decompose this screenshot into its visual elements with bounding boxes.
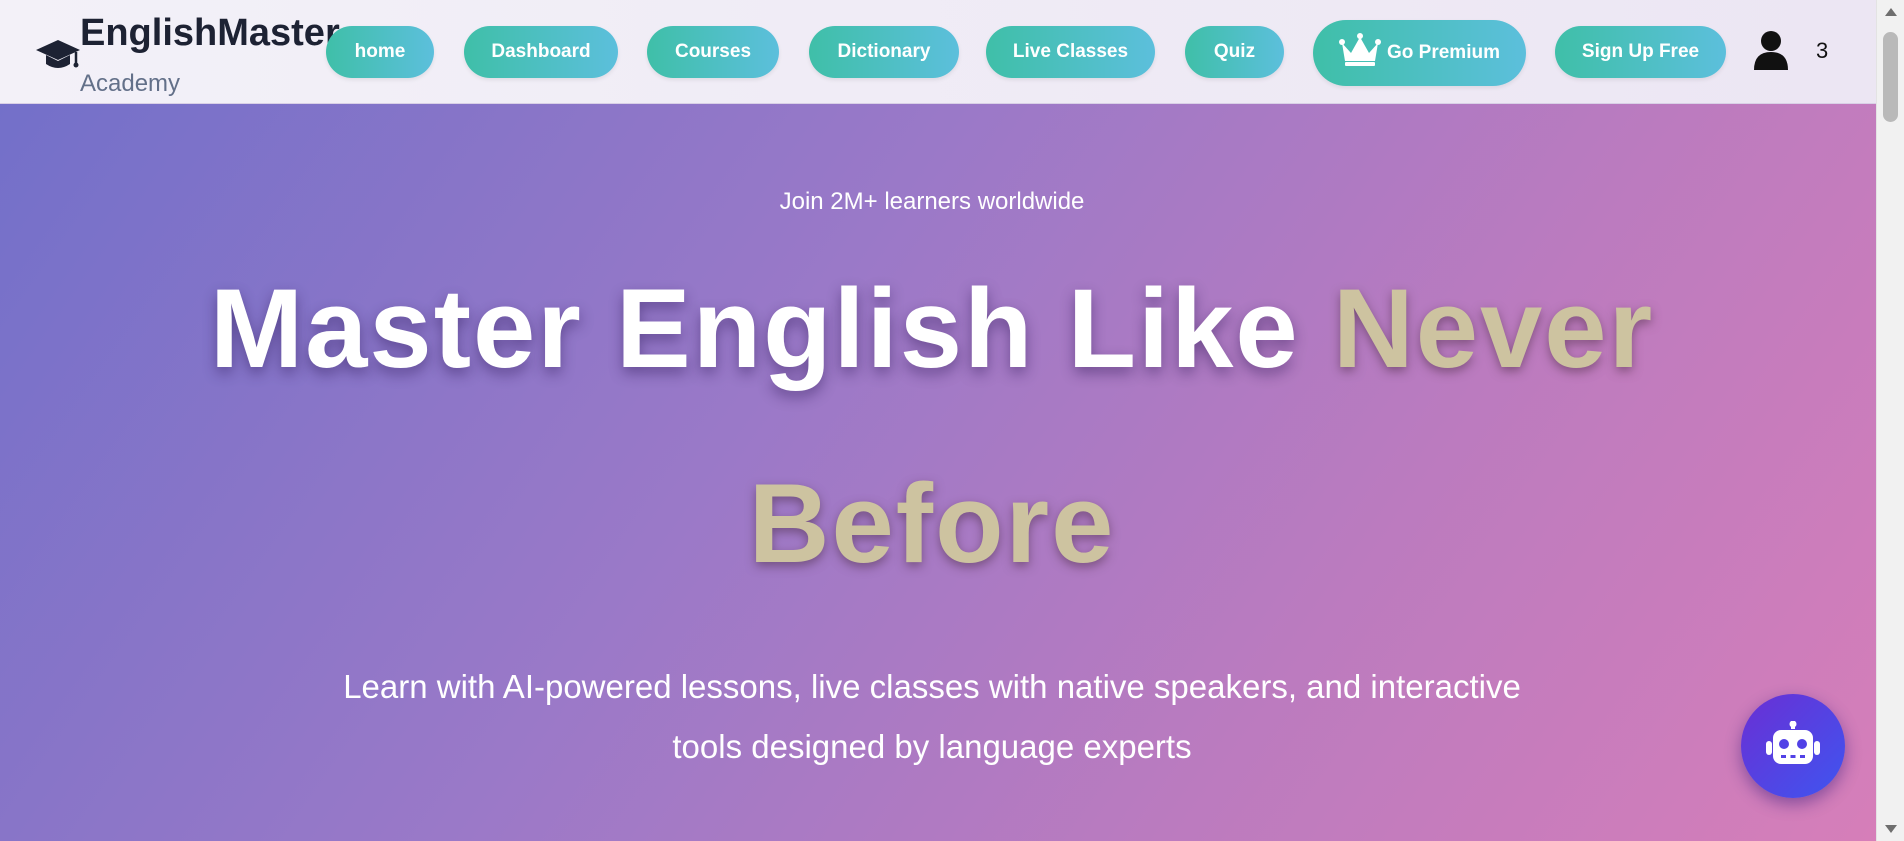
sign-up-free-button[interactable]: Sign Up Free <box>1555 26 1726 78</box>
chatbot-button[interactable] <box>1741 694 1845 798</box>
hero-headline-line-1: Master English Like Never <box>0 264 1864 393</box>
crown-icon <box>1339 33 1381 66</box>
hero-headline-accent-never: Never <box>1332 266 1655 391</box>
scroll-up-arrow-icon[interactable] <box>1885 8 1897 16</box>
nav-home-button[interactable]: home <box>326 26 434 78</box>
hero-headline-main: Master English Like <box>209 266 1333 391</box>
hero-headline-line-2: Before <box>0 459 1864 588</box>
hero-section: Join 2M+ learners worldwide Master Engli… <box>0 104 1876 841</box>
top-navbar: EnglishMaster Academy home Dashboard Cou… <box>0 0 1876 104</box>
go-premium-label: Go Premium <box>1387 42 1500 63</box>
page-scrollbar[interactable] <box>1876 0 1904 841</box>
scroll-down-arrow-icon[interactable] <box>1885 825 1897 833</box>
nav-live-classes-button[interactable]: Live Classes <box>986 26 1155 78</box>
robot-icon <box>1766 721 1820 764</box>
hero-description: Learn with AI-powered lessons, live clas… <box>343 668 1521 765</box>
user-icon[interactable] <box>1752 30 1790 70</box>
scroll-thumb[interactable] <box>1883 32 1898 122</box>
nav-quiz-button[interactable]: Quiz <box>1185 26 1284 78</box>
nav-dashboard-button[interactable]: Dashboard <box>464 26 618 78</box>
brand-logo[interactable]: EnglishMaster Academy <box>34 8 340 100</box>
nav-dictionary-button[interactable]: Dictionary <box>809 26 959 78</box>
brand-subtitle: Academy <box>80 70 181 97</box>
go-premium-button[interactable]: Go Premium <box>1313 20 1526 86</box>
brand-title: EnglishMaster <box>80 12 340 54</box>
graduation-cap-icon <box>36 40 80 68</box>
hero-tagline: Join 2M+ learners worldwide <box>779 188 1085 215</box>
user-count: 3 <box>1816 38 1829 63</box>
hero-headline-accent-before: Before <box>748 461 1116 586</box>
page: EnglishMaster Academy home Dashboard Cou… <box>0 0 1876 841</box>
nav-courses-button[interactable]: Courses <box>647 26 779 78</box>
